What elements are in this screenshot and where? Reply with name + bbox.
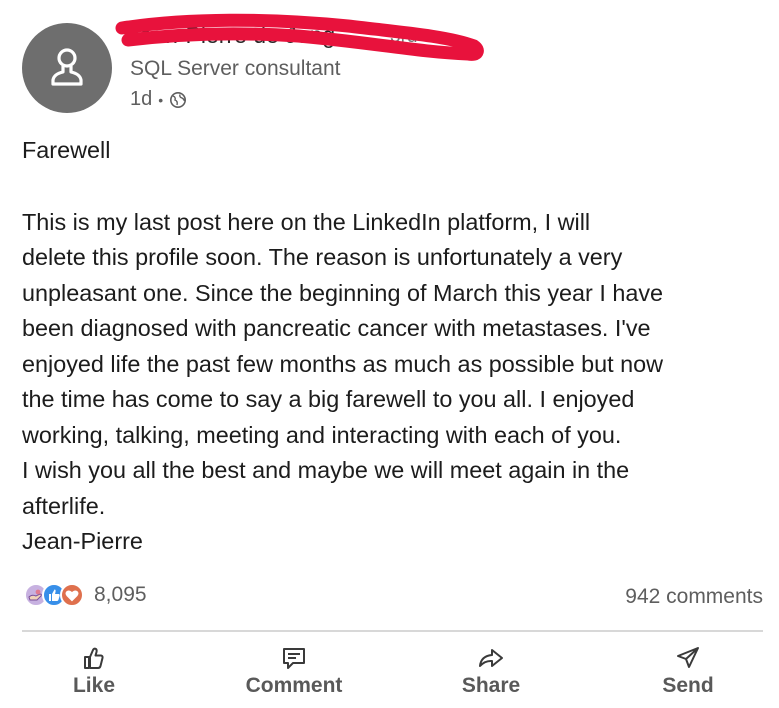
post-line: This is my last post here on the LinkedI… <box>22 208 591 235</box>
share-label: Share <box>461 674 521 697</box>
reaction-icons <box>24 583 84 607</box>
comment-icon <box>283 648 305 669</box>
post-line: enjoyed life the past few months as much… <box>22 350 664 377</box>
post-line: unpleasant one. Since the beginning of M… <box>22 279 664 306</box>
divider <box>22 630 763 632</box>
comments-count[interactable]: 942 comments <box>625 585 763 609</box>
post-body: Farewell This is my last post here on th… <box>22 133 772 560</box>
thumbs-up-icon <box>84 647 104 669</box>
person-icon <box>51 48 83 86</box>
love-icon <box>60 583 84 607</box>
author-headline: SQL Server consultant <box>130 57 341 80</box>
comment-label: Comment <box>245 674 343 697</box>
post-time: 1d <box>130 88 153 110</box>
send-icon <box>677 647 699 668</box>
reactions-summary[interactable]: 8,095 <box>24 583 147 607</box>
post-line: the time has come to say a big farewell … <box>22 386 635 412</box>
post-signature: Jean-Pierre <box>22 528 143 554</box>
post-line: I wish you all the best and maybe we wil… <box>22 457 630 483</box>
like-button[interactable]: Like <box>24 645 164 698</box>
globe-icon <box>170 91 187 108</box>
send-label: Send <box>662 674 714 697</box>
post-meta: 1d • <box>130 88 187 111</box>
author-name-row[interactable]: Jean-Pierre de Jong 3rd+ <box>115 13 488 61</box>
send-button[interactable]: Send <box>618 645 758 698</box>
reaction-count[interactable]: 8,095 <box>94 583 147 607</box>
action-bar: Like Comment Share Send <box>0 645 779 705</box>
meta-separator: • <box>158 91 164 108</box>
comment-button[interactable]: Comment <box>224 645 364 698</box>
avatar[interactable] <box>22 23 112 113</box>
post-title: Farewell <box>22 137 111 163</box>
like-label: Like <box>72 674 116 697</box>
share-arrow-icon <box>479 649 503 667</box>
post-line: afterlife. <box>22 492 106 519</box>
post-line: working, talking, meeting and interactin… <box>22 421 622 448</box>
post-line: been diagnosed with pancreatic cancer wi… <box>22 315 651 341</box>
share-button[interactable]: Share <box>421 645 561 698</box>
post-line: delete this profile soon. The reason is … <box>22 244 623 270</box>
